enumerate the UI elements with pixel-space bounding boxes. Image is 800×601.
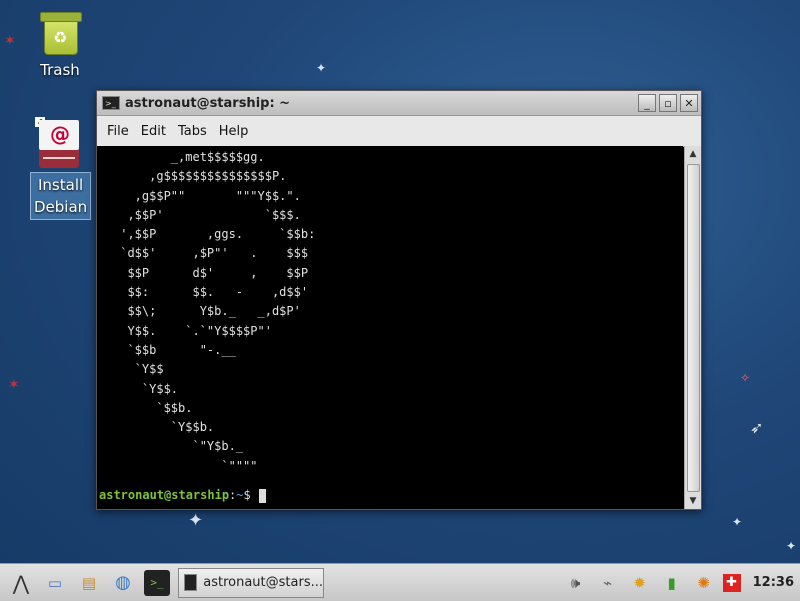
system-tray: 🕪 ⌁ ✹ ▮ ✺ ✚ 12:36: [563, 564, 800, 601]
menu-help[interactable]: Help: [213, 124, 255, 139]
brightness-icon[interactable]: ✺: [691, 570, 717, 596]
scroll-up-icon[interactable]: ▲: [685, 146, 701, 162]
prompt-path: ~: [236, 488, 244, 502]
usb-device-icon[interactable]: ⌁: [595, 570, 621, 596]
star-decoration: ✦: [188, 510, 204, 531]
rocket-icon: ➶: [750, 418, 764, 437]
desktop-icon-label: Install Debian: [30, 172, 92, 220]
taskbar-task-terminal[interactable]: astronaut@stars...: [178, 567, 324, 598]
menu-tabs[interactable]: Tabs: [172, 124, 213, 139]
star-decoration: ✶: [4, 33, 16, 49]
terminal-icon: >_: [102, 96, 120, 110]
scrollbar-thumb[interactable]: [687, 164, 700, 492]
scroll-down-icon[interactable]: ▼: [685, 493, 701, 509]
desktop-icon-trash[interactable]: ♻ Trash: [30, 10, 90, 82]
star-decoration: ✶: [8, 377, 20, 393]
desktop-icon-install-debian[interactable]: ↗ @ Install Debian: [30, 117, 92, 220]
clock[interactable]: 12:36: [753, 575, 794, 590]
show-desktop-icon[interactable]: ▭: [42, 570, 68, 596]
close-button[interactable]: ✕: [680, 94, 698, 112]
prompt-user: astronaut@starship: [99, 488, 230, 502]
desktop-icon-label: Trash: [40, 61, 80, 79]
terminal-window[interactable]: >_ astronaut@starship: ~ _ ▫ ✕ File Edit…: [96, 90, 702, 510]
menu-file[interactable]: File: [101, 124, 135, 139]
update-notifier-icon[interactable]: ✹: [627, 570, 653, 596]
debian-installer-icon: ↗ @: [35, 117, 79, 168]
window-titlebar[interactable]: >_ astronaut@starship: ~ _ ▫ ✕: [97, 91, 701, 116]
trash-icon: ♻: [40, 10, 82, 55]
text-cursor: [258, 488, 266, 503]
maximize-button[interactable]: ▫: [659, 94, 677, 112]
start-menu-icon[interactable]: ⋀: [8, 570, 34, 596]
spiral-rocket-decoration: ✧: [740, 371, 751, 385]
menu-edit[interactable]: Edit: [135, 124, 172, 139]
web-browser-icon[interactable]: ◍: [110, 570, 136, 596]
file-manager-icon[interactable]: ▤: [76, 570, 102, 596]
star-decoration: ✦: [786, 539, 797, 553]
task-label: astronaut@stars...: [203, 575, 323, 590]
prompt-symbol: $: [243, 488, 251, 502]
keyboard-layout-icon[interactable]: ✚: [722, 573, 741, 592]
debian-ascii-logo: _,met$$$$$gg. ,g$$$$$$$$$$$$$$$P. ,g$$P"…: [120, 150, 316, 473]
menubar: File Edit Tabs Help: [97, 116, 701, 147]
star-decoration: ✦: [316, 61, 327, 75]
terminal-scrollbar[interactable]: ▲ ▼: [684, 146, 701, 509]
shell-prompt[interactable]: astronaut@starship:~$: [99, 488, 266, 503]
terminal-icon: [184, 574, 198, 591]
window-title: astronaut@starship: ~: [125, 95, 291, 111]
battery-icon[interactable]: ▮: [659, 570, 685, 596]
star-decoration: ✦: [732, 515, 743, 529]
terminal-launcher-icon[interactable]: >_: [144, 569, 170, 596]
terminal-output[interactable]: _,met$$$$$gg. ,g$$$$$$$$$$$$$$$P. ,g$$P"…: [97, 146, 683, 509]
minimize-button[interactable]: _: [638, 94, 656, 112]
taskbar: ⋀ ▭ ▤ ◍ >_ astronaut@stars... 🕪 ⌁ ✹ ▮ ✺ …: [0, 563, 800, 601]
volume-icon[interactable]: 🕪: [563, 570, 589, 596]
